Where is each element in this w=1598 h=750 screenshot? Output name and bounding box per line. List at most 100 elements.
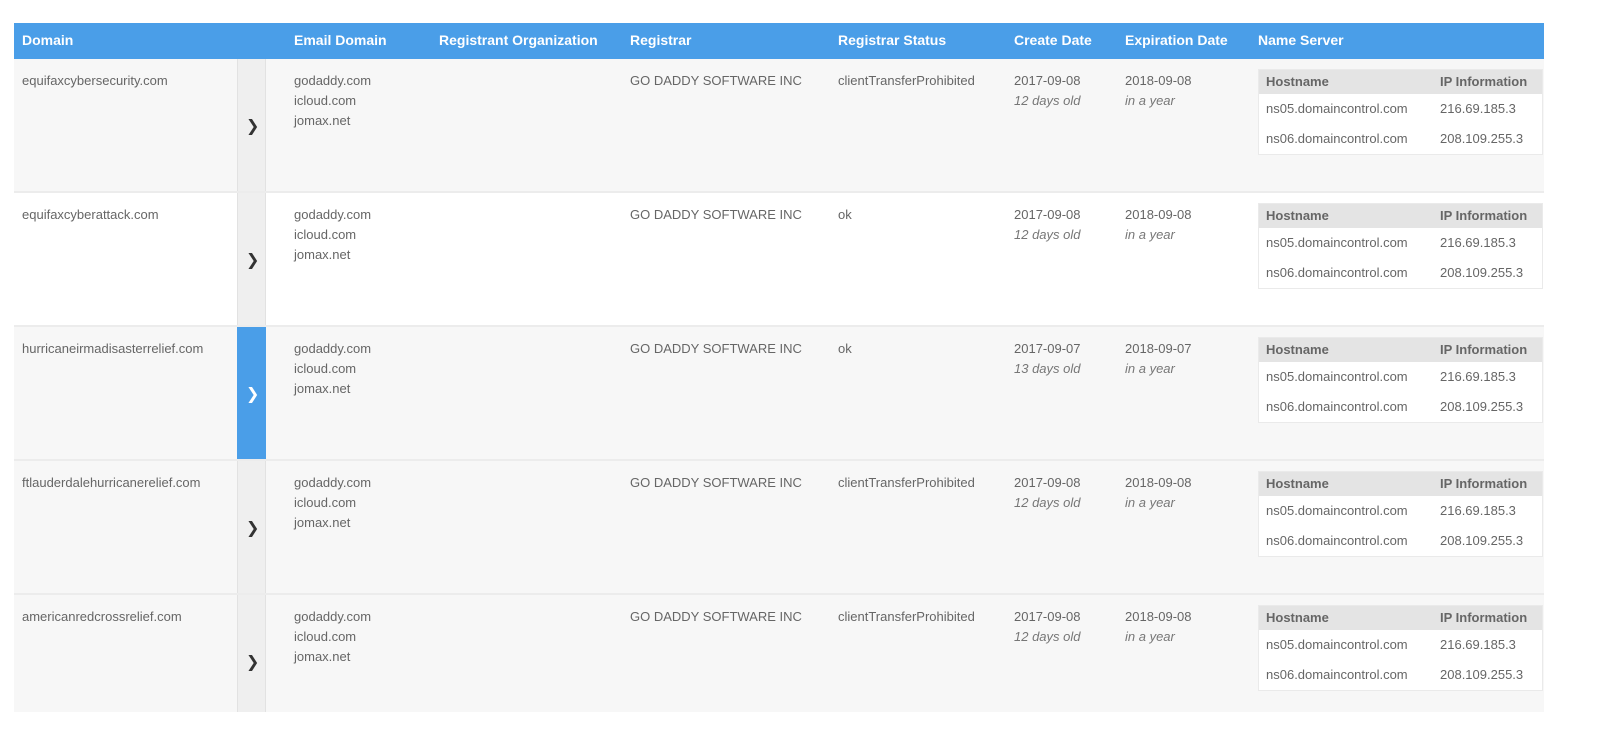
create-date: 2017-09-07 xyxy=(1014,341,1081,356)
ns-header-ip: IP Information xyxy=(1440,74,1528,89)
ns-hostname: ns05.domaincontrol.com xyxy=(1266,101,1408,116)
chevron-right-icon: ❯ xyxy=(246,518,260,537)
email-domain: jomax.net xyxy=(294,649,351,664)
ns-ip: 208.109.255.3 xyxy=(1440,131,1524,146)
expiration-date: 2018-09-08 xyxy=(1125,207,1192,222)
col-header-email-domain[interactable]: Email Domain xyxy=(294,32,387,48)
email-domain: godaddy.com xyxy=(294,341,372,356)
create-age: 12 days old xyxy=(1014,227,1081,242)
expiration-date-cell: 2018-09-08 in a year xyxy=(1125,607,1192,647)
col-header-expiration-date[interactable]: Expiration Date xyxy=(1125,32,1228,48)
ns-header-ip: IP Information xyxy=(1440,476,1528,491)
registrar-status-cell: ok xyxy=(838,207,852,222)
ns-hostname: ns05.domaincontrol.com xyxy=(1266,369,1408,384)
name-server-row: ns06.domaincontrol.com 208.109.255.3 xyxy=(1259,526,1542,556)
col-header-create-date[interactable]: Create Date xyxy=(1014,32,1092,48)
ns-hostname: ns05.domaincontrol.com xyxy=(1266,637,1408,652)
ns-header-hostname: Hostname xyxy=(1266,208,1329,223)
name-server-table: Hostname IP Information ns05.domaincontr… xyxy=(1258,203,1543,289)
ns-header-ip: IP Information xyxy=(1440,208,1528,223)
ns-ip: 216.69.185.3 xyxy=(1440,235,1516,250)
name-server-table: Hostname IP Information ns05.domaincontr… xyxy=(1258,605,1543,691)
ns-hostname: ns06.domaincontrol.com xyxy=(1266,131,1408,146)
col-header-registrant-organization[interactable]: Registrant Organization xyxy=(439,32,598,48)
name-server-row: ns05.domaincontrol.com 216.69.185.3 xyxy=(1259,496,1542,526)
name-server-table: Hostname IP Information ns05.domaincontr… xyxy=(1258,471,1543,557)
expiration-date-cell: 2018-09-07 in a year xyxy=(1125,339,1192,379)
ns-header-hostname: Hostname xyxy=(1266,74,1329,89)
email-domain-cell: godaddy.com icloud.com jomax.net xyxy=(294,339,371,399)
col-header-registrar-status[interactable]: Registrar Status xyxy=(838,32,946,48)
create-date-cell: 2017-09-08 12 days old xyxy=(1014,71,1081,111)
ns-ip: 216.69.185.3 xyxy=(1440,369,1516,384)
create-date: 2017-09-08 xyxy=(1014,73,1081,88)
registrar-cell: GO DADDY SOFTWARE INC xyxy=(630,609,802,624)
create-date: 2017-09-08 xyxy=(1014,609,1081,624)
registrar-status-cell: clientTransferProhibited xyxy=(838,73,975,88)
email-domain: jomax.net xyxy=(294,515,351,530)
name-server-header: Hostname IP Information xyxy=(1259,204,1542,228)
ns-ip: 216.69.185.3 xyxy=(1440,503,1516,518)
email-domain: jomax.net xyxy=(294,113,351,128)
name-server-row: ns06.domaincontrol.com 208.109.255.3 xyxy=(1259,258,1542,288)
expiration-relative: in a year xyxy=(1125,227,1175,242)
registrar-cell: GO DADDY SOFTWARE INC xyxy=(630,73,802,88)
email-domain: jomax.net xyxy=(294,381,351,396)
domain-cell: americanredcrossrelief.com xyxy=(22,609,182,624)
email-domain: godaddy.com xyxy=(294,609,372,624)
ns-ip: 216.69.185.3 xyxy=(1440,637,1516,652)
row-expander[interactable]: ❯ xyxy=(237,193,266,325)
expiration-date: 2018-09-08 xyxy=(1125,73,1192,88)
ns-hostname: ns06.domaincontrol.com xyxy=(1266,667,1408,682)
table-row: equifaxcybersecurity.com ❯ godaddy.com i… xyxy=(14,59,1544,193)
registrar-cell: GO DADDY SOFTWARE INC xyxy=(630,207,802,222)
registrar-status-cell: clientTransferProhibited xyxy=(838,475,975,490)
expiration-date: 2018-09-08 xyxy=(1125,609,1192,624)
row-expander[interactable]: ❯ xyxy=(237,59,266,191)
table-row: equifaxcyberattack.com ❯ godaddy.com icl… xyxy=(14,193,1544,327)
domain-cell: equifaxcyberattack.com xyxy=(22,207,159,222)
registrar-status-cell: clientTransferProhibited xyxy=(838,609,975,624)
ns-hostname: ns06.domaincontrol.com xyxy=(1266,399,1408,414)
table-row: americanredcrossrelief.com ❯ godaddy.com… xyxy=(14,595,1544,712)
create-age: 12 days old xyxy=(1014,495,1081,510)
ns-hostname: ns06.domaincontrol.com xyxy=(1266,265,1408,280)
col-header-name-server[interactable]: Name Server xyxy=(1258,32,1344,48)
row-expander[interactable]: ❯ xyxy=(237,461,266,593)
expiration-relative: in a year xyxy=(1125,495,1175,510)
name-server-row: ns05.domaincontrol.com 216.69.185.3 xyxy=(1259,362,1542,392)
name-server-row: ns05.domaincontrol.com 216.69.185.3 xyxy=(1259,228,1542,258)
email-domain: icloud.com xyxy=(294,629,357,644)
name-server-table: Hostname IP Information ns05.domaincontr… xyxy=(1258,337,1543,423)
domain-cell: equifaxcybersecurity.com xyxy=(22,73,168,88)
chevron-right-icon: ❯ xyxy=(246,250,260,269)
name-server-row: ns05.domaincontrol.com 216.69.185.3 xyxy=(1259,630,1542,660)
expiration-relative: in a year xyxy=(1125,361,1175,376)
name-server-row: ns06.domaincontrol.com 208.109.255.3 xyxy=(1259,392,1542,422)
email-domain: godaddy.com xyxy=(294,207,372,222)
name-server-row: ns06.domaincontrol.com 208.109.255.3 xyxy=(1259,660,1542,690)
name-server-table: Hostname IP Information ns05.domaincontr… xyxy=(1258,69,1543,155)
expiration-date-cell: 2018-09-08 in a year xyxy=(1125,473,1192,513)
email-domain-cell: godaddy.com icloud.com jomax.net xyxy=(294,473,371,533)
create-age: 13 days old xyxy=(1014,361,1081,376)
col-header-domain[interactable]: Domain xyxy=(22,32,73,48)
col-header-registrar[interactable]: Registrar xyxy=(630,32,691,48)
name-server-row: ns05.domaincontrol.com 216.69.185.3 xyxy=(1259,94,1542,124)
row-expander[interactable]: ❯ xyxy=(237,327,266,459)
name-server-row: ns06.domaincontrol.com 208.109.255.3 xyxy=(1259,124,1542,154)
registrar-cell: GO DADDY SOFTWARE INC xyxy=(630,475,802,490)
ns-ip: 208.109.255.3 xyxy=(1440,399,1524,414)
name-server-header: Hostname IP Information xyxy=(1259,338,1542,362)
ns-hostname: ns05.domaincontrol.com xyxy=(1266,235,1408,250)
ns-ip: 216.69.185.3 xyxy=(1440,101,1516,116)
domain-table: Domain Email Domain Registrant Organizat… xyxy=(14,23,1544,712)
email-domain: icloud.com xyxy=(294,361,357,376)
ns-ip: 208.109.255.3 xyxy=(1440,667,1524,682)
expiration-date-cell: 2018-09-08 in a year xyxy=(1125,205,1192,245)
chevron-right-icon: ❯ xyxy=(246,384,260,403)
email-domain: godaddy.com xyxy=(294,475,372,490)
row-expander[interactable]: ❯ xyxy=(237,595,266,712)
expiration-date-cell: 2018-09-08 in a year xyxy=(1125,71,1192,111)
email-domain-cell: godaddy.com icloud.com jomax.net xyxy=(294,205,371,265)
